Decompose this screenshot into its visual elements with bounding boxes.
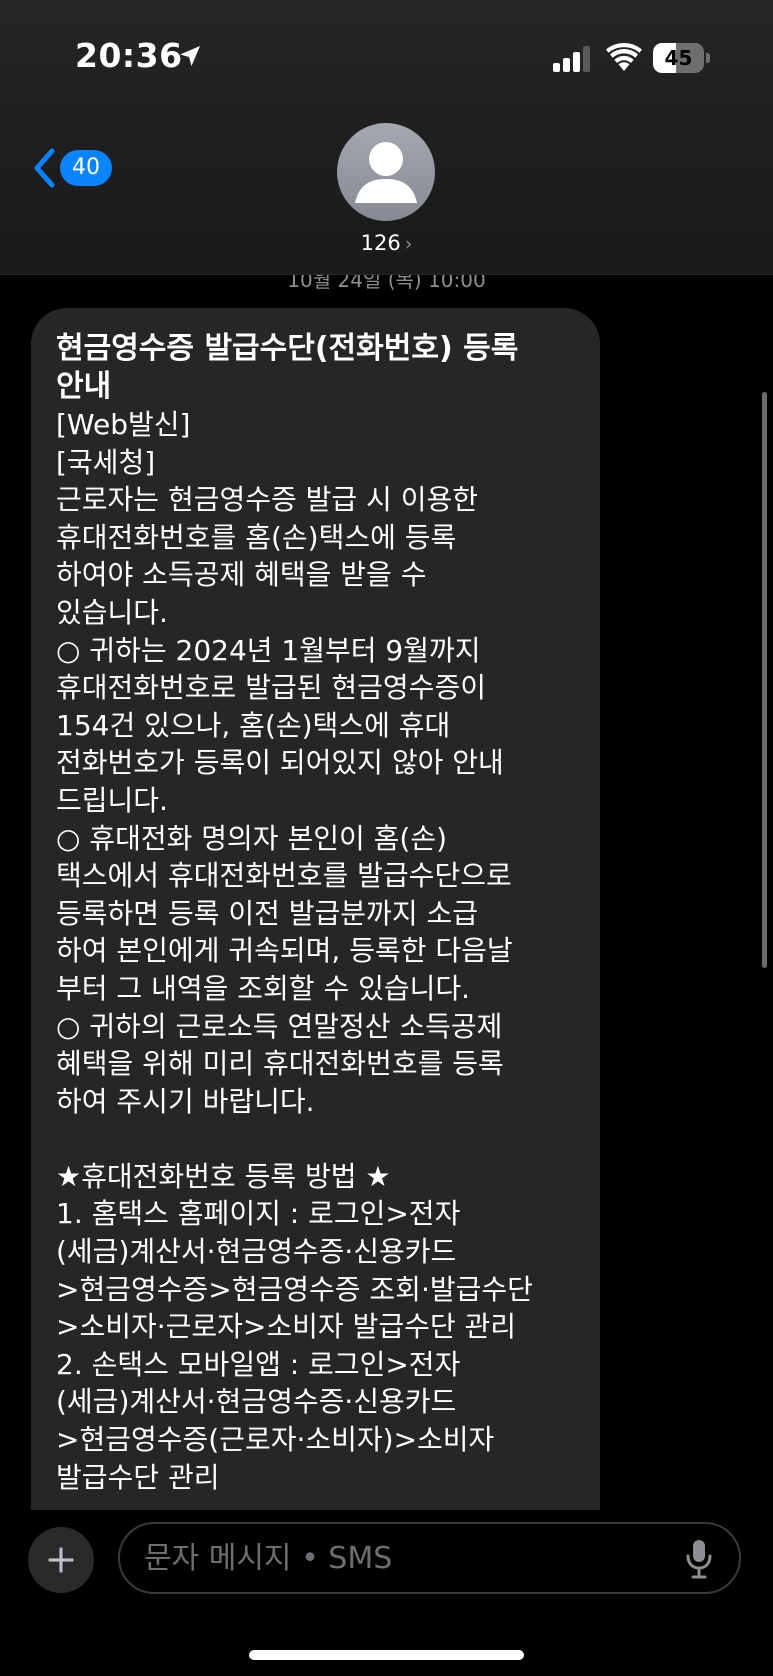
message-line: ★휴대전화번호 등록 방법 ★ (56, 1159, 391, 1193)
message-line: ○ 귀하는 2024년 1월부터 9월까지 (56, 633, 481, 667)
message-line: 휴대전화번호를 홈(손)택스에 등록 (56, 520, 457, 554)
plus-icon (48, 1547, 74, 1573)
message-line: >현금영수증>현금영수증 조회·발급수단 (56, 1272, 533, 1306)
message-title-line: 현금영수증 발급수단(전화번호) 등록 (56, 331, 519, 366)
message-line: 하여 본인에게 귀속되며, 등록한 다음날 (56, 934, 513, 968)
message-line: 154건 있으나, 홈(손)택스에 휴대 (56, 708, 451, 742)
message-line: >소비자·근로자>소비자 발급수단 관리 (56, 1310, 517, 1344)
message-line: >현금영수증(근로자·소비자)>소비자 (56, 1423, 495, 1457)
battery-level-text: 45 (664, 46, 693, 70)
contact-name-text: 126 (360, 231, 401, 255)
add-attachment-button[interactable] (28, 1527, 94, 1593)
compose-bar (0, 1510, 773, 1676)
location-arrow-icon (180, 46, 200, 66)
message-bubble[interactable]: 현금영수증 발급수단(전화번호) 등록 안내 [Web발신] [국세청] 근로자는 … (31, 308, 600, 1510)
battery-body: 45 (653, 43, 704, 73)
contact-name[interactable]: 126 › (0, 231, 773, 255)
battery-icon: 45 (653, 43, 710, 73)
status-time: 20:36 (75, 36, 183, 75)
message-line: 근로자는 현금영수증 발급 시 이용한 (56, 483, 479, 517)
message-line: [Web발신] (56, 408, 191, 441)
message-line: (세금)계산서·현금영수증·신용카드 (56, 1385, 457, 1419)
message-line: 전화번호가 등록이 되어있지 않아 안내 (56, 746, 504, 780)
unread-count-badge: 40 (60, 150, 112, 186)
message-line: 등록하면 등록 이전 발급분까지 소급 (56, 896, 479, 930)
message-line: 2. 손택스 모바일앱 : 로그인>전자 (56, 1347, 461, 1381)
back-button[interactable]: 40 (28, 146, 118, 190)
scroll-indicator[interactable] (762, 392, 767, 968)
message-list[interactable]: 현금영수증 발급수단(전화번호) 등록 안내 [Web발신] [국세청] 근로자는 … (0, 275, 773, 1510)
message-line: ○ 귀하의 근로소득 연말정산 소득공제 (56, 1009, 503, 1043)
message-line: 하여 주시기 바랍니다. (56, 1084, 315, 1118)
message-line: (세금)계산서·현금영수증·신용카드 (56, 1235, 457, 1269)
message-line: 혜택을 위해 미리 휴대전화번호를 등록 (56, 1047, 504, 1081)
message-line: 1. 홈택스 홈페이지 : 로그인>전자 (56, 1197, 461, 1231)
message-line: 있습니다. (56, 595, 168, 629)
home-indicator[interactable] (249, 1650, 524, 1660)
battery-cap (706, 53, 710, 63)
chevron-left-icon (34, 148, 55, 188)
cellular-signal-icon (553, 46, 590, 72)
message-title-line: 안내 (56, 369, 112, 404)
message-line: 하여야 소득공제 혜택을 받을 수 (56, 558, 427, 592)
microphone-icon[interactable] (685, 1538, 713, 1580)
message-line: 휴대전화번호로 발급된 현금영수증이 (56, 671, 486, 705)
contact-avatar[interactable] (337, 123, 435, 221)
message-line: 발급수단 관리 (56, 1460, 220, 1494)
message-title: 현금영수증 발급수단(전화번호) 등록 안내 (56, 330, 584, 406)
message-body: [Web발신] [국세청] 근로자는 현금영수증 발급 시 이용한 휴대전화번호를 홈… (56, 406, 584, 1496)
message-line: 부터 그 내역을 조회할 수 있습니다. (56, 971, 471, 1005)
wifi-icon (606, 42, 642, 71)
status-bar: 20:36 45 (0, 0, 773, 110)
message-line: 드립니다. (56, 783, 168, 817)
message-line: ○ 휴대전화 명의자 본인이 홈(손) (56, 821, 448, 855)
message-input[interactable] (118, 1522, 741, 1594)
person-silhouette-icon (355, 142, 417, 203)
conversation-header: 20:36 45 40 126 › (0, 0, 773, 275)
message-line: [국세청] (56, 445, 156, 479)
message-line: 택스에서 휴대전화번호를 발급수단으로 (56, 859, 512, 893)
chevron-right-icon: › (404, 233, 413, 255)
